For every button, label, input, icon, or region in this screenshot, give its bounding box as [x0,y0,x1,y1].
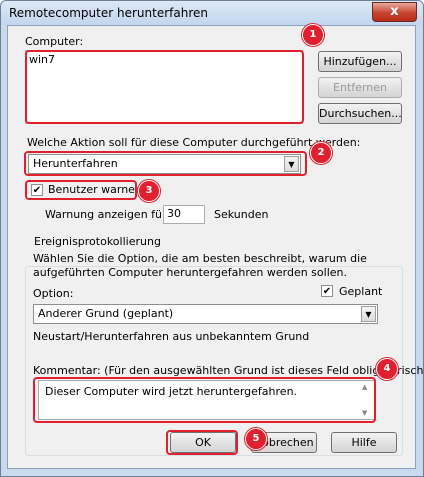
highlight-ok [166,430,238,455]
event-description: Wählen Sie die Option, die am besten bes… [33,252,367,279]
chevron-down-icon[interactable]: ▼ [361,306,376,322]
highlight-comment [33,377,376,423]
marker-5: 5 [245,428,267,450]
highlight-action-select [24,151,307,176]
marker-3: 3 [138,180,160,202]
reason-select[interactable]: Anderer Grund (geplant) ▼ [33,304,378,324]
event-tracker-legend: Ereignisprotokollierung [32,235,163,248]
reason-description: Neustart/Herunterfahren aus unbekanntem … [33,330,310,343]
remove-button[interactable]: Entfernen [318,77,402,98]
option-label: Option: [33,287,74,300]
warning-time-label: Warnung anzeigen für [45,208,167,221]
seconds-label: Sekunden [214,208,269,221]
planned-checkbox[interactable]: ✔ [321,285,333,297]
window-title: Remotecomputer herunterfahren [9,6,208,20]
highlight-computer-list [25,50,304,124]
marker-2: 2 [310,142,332,164]
add-button[interactable]: Hinzufügen... [318,51,402,72]
planned-label[interactable]: Geplant [339,285,382,298]
comment-label: Kommentar: (Für den ausgewählten Grund i… [33,364,424,377]
computer-label-text: Computer: [25,35,84,48]
marker-4: 4 [376,358,398,380]
reason-select-value: Anderer Grund (geplant) [38,307,174,320]
close-button[interactable]: x [372,2,417,22]
warning-time-input[interactable]: 30 [163,205,205,224]
marker-1: 1 [302,24,324,46]
browse-button[interactable]: Durchsuchen... [318,103,402,124]
computer-label: Computer: [25,35,83,48]
help-button[interactable]: Hilfe [331,432,397,453]
highlight-warn-users [25,180,137,200]
title-bar[interactable]: Remotecomputer herunterfahren x [1,1,423,25]
